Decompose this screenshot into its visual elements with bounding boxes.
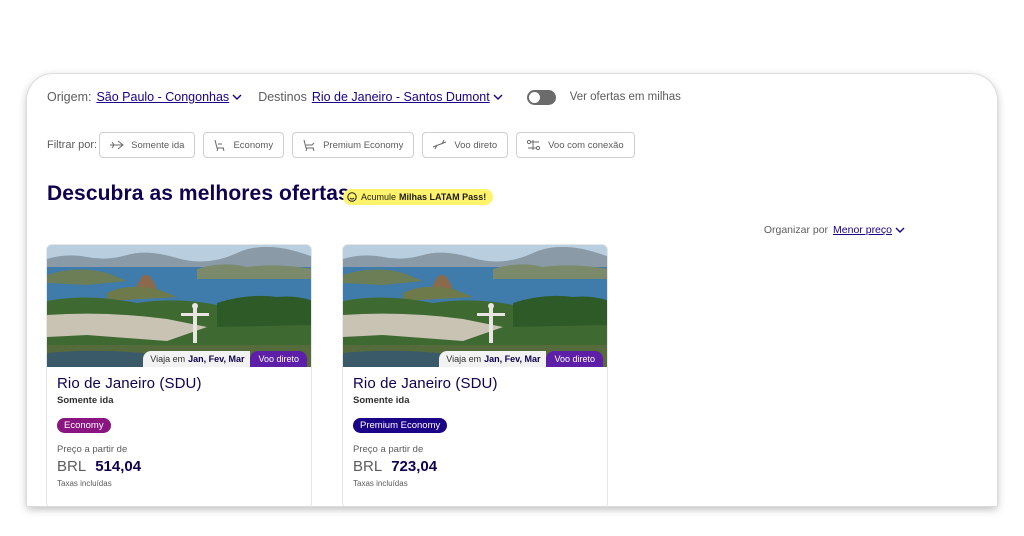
travel-months-badge: Viaja em Jan, Fev, Mar (439, 351, 547, 367)
direct-flight-badge: Voo direto (546, 351, 603, 367)
sort-value: Menor preço (833, 224, 892, 236)
tax-note: Taxas incluídas (353, 479, 408, 488)
trip-type: Somente ida (353, 395, 410, 406)
route-selector: Origem: São Paulo - Congonhas Destinos R… (47, 88, 681, 106)
price-amount: 514,04 (95, 458, 142, 475)
destination-city: Rio de Janeiro (SDU) (57, 375, 202, 392)
destination-city: Rio de Janeiro (SDU) (353, 375, 498, 392)
filter-chip-label: Premium Economy (323, 139, 404, 151)
origin-value: São Paulo - Congonhas (96, 90, 230, 104)
miles-promo-pill: Acumule Milhas LATAM Pass! (343, 189, 494, 205)
card-badges: Viaja em Jan, Fev, Mar Voo direto (143, 351, 307, 367)
miles-toggle-label: Ver ofertas em milhas (569, 91, 681, 103)
tax-note: Taxas incluídas (57, 479, 112, 488)
travel-prefix: Viaja em (150, 354, 186, 364)
destination-photo: Viaja em Jan, Fev, Mar Voo direto (47, 245, 311, 367)
cabin-badge: Premium Economy (353, 418, 448, 433)
sort-label: Organizar por (763, 224, 829, 236)
plane-oneway-icon (110, 140, 124, 150)
offers-panel: Origem: São Paulo - Congonhas Destinos R… (27, 74, 997, 506)
card-badges: Viaja em Jan, Fev, Mar Voo direto (439, 351, 603, 367)
chevron-down-icon (493, 94, 503, 100)
price-from-label: Preço a partir de (353, 444, 424, 455)
trip-type: Somente ida (57, 395, 114, 406)
filter-chip-label: Voo direto (454, 139, 498, 151)
card-body: Rio de Janeiro (SDU) Somente ida Premium… (343, 367, 607, 496)
travel-prefix: Viaja em (446, 354, 482, 364)
card-body: Rio de Janeiro (SDU) Somente ida Economy… (47, 367, 311, 496)
filter-chip-oneway[interactable]: Somente ida (99, 132, 196, 158)
connection-icon (527, 139, 541, 151)
chevron-down-icon (232, 94, 242, 100)
currency: BRL (353, 458, 383, 475)
destination-select[interactable]: Rio de Janeiro - Santos Dumont (312, 90, 503, 104)
origin-label: Origem: (47, 90, 92, 104)
origin-select[interactable]: São Paulo - Congonhas (96, 90, 242, 104)
seat-premium-icon (303, 139, 315, 151)
promo-bold: Milhas LATAM Pass! (399, 192, 487, 202)
cabin-badge: Economy (57, 418, 111, 433)
seat-economy-icon (214, 139, 225, 151)
filter-chip-label: Somente ida (131, 139, 185, 151)
destination-value: Rio de Janeiro - Santos Dumont (311, 90, 490, 104)
promo-prefix: Acumule (361, 192, 397, 202)
plane-direct-icon (433, 139, 447, 150)
filter-chip-direct[interactable]: Voo direto (422, 132, 509, 158)
currency: BRL (57, 458, 87, 475)
miles-toggle[interactable] (526, 89, 556, 105)
direct-flight-badge: Voo direto (250, 351, 307, 367)
filter-chip-premium[interactable]: Premium Economy (292, 132, 415, 158)
smile-icon (347, 192, 357, 202)
filter-chip-connection[interactable]: Voo com conexão (516, 132, 635, 158)
destination-photo: Viaja em Jan, Fev, Mar Voo direto (343, 245, 607, 367)
price-amount: 723,04 (391, 458, 438, 475)
offer-card[interactable]: Viaja em Jan, Fev, Mar Voo direto Rio de… (46, 244, 312, 506)
filter-chip-label: Economy (233, 139, 274, 151)
chevron-down-icon (895, 227, 905, 233)
filter-bar: Filtrar por: Somente ida Economy Premium… (47, 132, 643, 158)
filter-chip-economy[interactable]: Economy (203, 132, 285, 158)
page-title: Descubra as melhores ofertas (47, 182, 350, 205)
sort-control: Organizar por Menor preço (764, 224, 905, 236)
travel-months: Jan, Fev, Mar (188, 354, 245, 364)
travel-months: Jan, Fev, Mar (484, 354, 541, 364)
sort-select[interactable]: Menor preço (833, 224, 905, 236)
destination-label: Destinos (258, 90, 307, 104)
price-from-label: Preço a partir de (57, 444, 128, 455)
price: BRL 723,04 (353, 458, 597, 475)
filter-chip-label: Voo com conexão (548, 139, 624, 151)
travel-months-badge: Viaja em Jan, Fev, Mar (143, 351, 251, 367)
filter-label: Filtrar por: (47, 139, 98, 151)
offer-card[interactable]: Viaja em Jan, Fev, Mar Voo direto Rio de… (342, 244, 608, 506)
price: BRL 514,04 (57, 458, 301, 475)
